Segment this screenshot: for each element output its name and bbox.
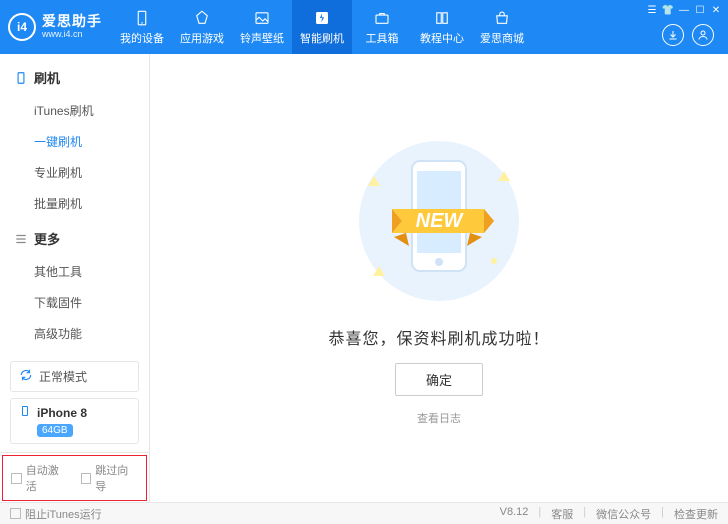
- sidebar-item-download-firmware[interactable]: 下载固件: [34, 287, 149, 318]
- nav: 我的设备 应用游戏 铃声壁纸 智能刷机 工具箱 教程中心 爱思商城: [112, 0, 646, 54]
- checkbox-block-itunes[interactable]: 阻止iTunes运行: [10, 506, 102, 522]
- list-icon: [14, 232, 28, 246]
- device-mode-label: 正常模式: [39, 368, 87, 385]
- main-content: NEW 恭喜您，保资料刷机成功啦！ 确定 查看日志: [150, 54, 728, 502]
- refresh-icon: [19, 368, 33, 385]
- apps-icon: [193, 9, 211, 27]
- flash-icon: [313, 9, 331, 27]
- highlighted-options: 自动激活 跳过向导: [2, 455, 147, 501]
- brand-name: 爱思助手: [42, 14, 102, 29]
- phone-icon: [133, 9, 151, 27]
- minimize-icon[interactable]: —: [678, 4, 690, 16]
- sidebar-item-pro-flash[interactable]: 专业刷机: [34, 157, 149, 188]
- phone-outline-icon: [14, 71, 28, 85]
- wechat-link[interactable]: 微信公众号: [596, 506, 651, 522]
- image-icon: [253, 9, 271, 27]
- nav-toolbox[interactable]: 工具箱: [352, 0, 412, 54]
- version-label: V8.12: [500, 506, 529, 522]
- device-phone-icon: [19, 405, 31, 420]
- sidebar-item-batch-flash[interactable]: 批量刷机: [34, 188, 149, 219]
- user-icon[interactable]: [692, 24, 714, 46]
- book-icon: [433, 9, 451, 27]
- confirm-button[interactable]: 确定: [395, 363, 483, 396]
- nav-store[interactable]: 爱思商城: [472, 0, 532, 54]
- sidebar-item-itunes-flash[interactable]: iTunes刷机: [34, 95, 149, 126]
- view-log-link[interactable]: 查看日志: [417, 410, 461, 426]
- device-storage-badge: 64GB: [37, 424, 73, 437]
- checkbox-auto-activate[interactable]: 自动激活: [11, 462, 69, 494]
- logo[interactable]: i4 爱思助手 www.i4.cn: [0, 0, 112, 54]
- download-icon[interactable]: [662, 24, 684, 46]
- maximize-icon[interactable]: ☐: [694, 4, 706, 16]
- brand-url: www.i4.cn: [42, 30, 102, 40]
- check-update-link[interactable]: 检查更新: [674, 506, 718, 522]
- options-row: 自动激活 跳过向导: [0, 452, 149, 503]
- device-mode-box[interactable]: 正常模式: [10, 361, 139, 392]
- checkbox-icon: [10, 508, 21, 519]
- device-name: iPhone 8: [37, 406, 87, 420]
- nav-smart-flash[interactable]: 智能刷机: [292, 0, 352, 54]
- sidebar-section-more[interactable]: 更多: [0, 225, 149, 256]
- sidebar-item-other-tools[interactable]: 其他工具: [34, 256, 149, 287]
- sidebar-section-flash[interactable]: 刷机: [0, 64, 149, 95]
- checkbox-icon: [11, 473, 22, 484]
- logo-icon: i4: [8, 13, 36, 41]
- toolbox-icon: [373, 9, 391, 27]
- sidebar-item-oneclick-flash[interactable]: 一键刷机: [34, 126, 149, 157]
- header: i4 爱思助手 www.i4.cn 我的设备 应用游戏 铃声壁纸 智能刷机 工具…: [0, 0, 728, 54]
- sidebar-item-advanced[interactable]: 高级功能: [34, 318, 149, 349]
- menu-icon[interactable]: ☰: [646, 4, 658, 16]
- nav-tutorials[interactable]: 教程中心: [412, 0, 472, 54]
- nav-ringtones-wallpapers[interactable]: 铃声壁纸: [232, 0, 292, 54]
- checkbox-icon: [81, 473, 92, 484]
- device-box[interactable]: iPhone 8 64GB: [10, 398, 139, 444]
- footer: 阻止iTunes运行 V8.12 | 客服 | 微信公众号 | 检查更新: [0, 502, 728, 524]
- sidebar: 刷机 iTunes刷机 一键刷机 专业刷机 批量刷机 更多 其他工具 下载固件 …: [0, 54, 150, 502]
- store-icon: [493, 9, 511, 27]
- close-icon[interactable]: ✕: [710, 4, 722, 16]
- skin-icon[interactable]: 👕: [662, 4, 674, 16]
- new-label: NEW: [416, 210, 465, 232]
- nav-my-device[interactable]: 我的设备: [112, 0, 172, 54]
- checkbox-skip-guide[interactable]: 跳过向导: [81, 462, 139, 494]
- nav-apps-games[interactable]: 应用游戏: [172, 0, 232, 54]
- support-link[interactable]: 客服: [551, 506, 573, 522]
- success-message: 恭喜您，保资料刷机成功啦！: [328, 325, 549, 349]
- success-illustration: NEW: [334, 131, 544, 311]
